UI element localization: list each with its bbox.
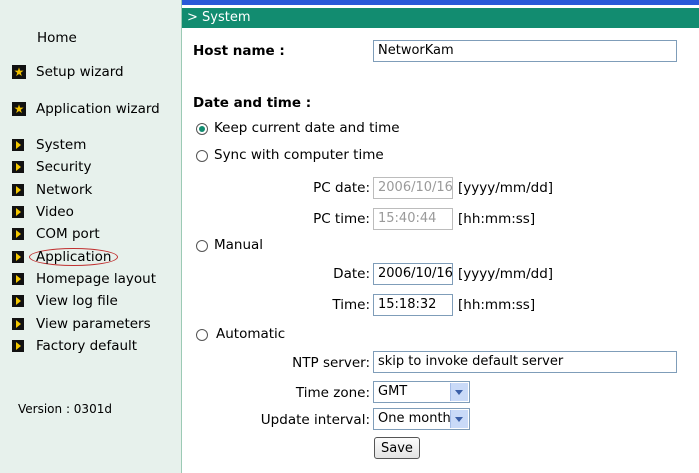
- pc-time-input: 15:40:44: [373, 208, 453, 230]
- sidebar-item-label: Application wizard: [36, 101, 160, 117]
- sidebar-setup-wizard[interactable]: ★ Setup wizard: [12, 64, 124, 80]
- time-zone-value: GMT: [378, 384, 408, 399]
- pc-date-format: [yyyy/mm/dd]: [458, 180, 554, 196]
- date-time-heading: Date and time :: [193, 95, 312, 111]
- arrow-icon: [12, 206, 24, 219]
- update-interval-select[interactable]: One month: [373, 408, 470, 430]
- arrow-icon: [12, 183, 24, 196]
- star-icon: ★: [12, 102, 26, 116]
- sidebar: Home ★ Setup wizard ★ Application wizard…: [0, 0, 182, 473]
- sidebar-home-link[interactable]: Home: [37, 30, 77, 46]
- arrow-icon: [12, 161, 24, 174]
- time-format: [hh:mm:ss]: [458, 297, 536, 313]
- manual-radio[interactable]: [196, 240, 208, 252]
- sidebar-item-factory-default[interactable]: Factory default: [12, 335, 156, 357]
- sidebar-item-security[interactable]: Security: [12, 156, 156, 178]
- sidebar-item-homepage-layout[interactable]: Homepage layout: [12, 268, 156, 290]
- ntp-server-label: NTP server:: [292, 355, 370, 371]
- sidebar-nav: System Security Network Video COM port A…: [12, 134, 156, 357]
- sidebar-item-view-log-file[interactable]: View log file: [12, 290, 156, 312]
- date-format: [yyyy/mm/dd]: [458, 266, 554, 282]
- sidebar-item-label: Homepage layout: [36, 270, 156, 287]
- arrow-icon: [12, 295, 24, 308]
- pc-date-input: 2006/10/16: [373, 177, 453, 199]
- sidebar-item-label: Network: [36, 181, 93, 198]
- top-accent-bar: [182, 0, 699, 5]
- chevron-down-icon[interactable]: [450, 410, 468, 428]
- arrow-icon: [12, 139, 24, 152]
- sidebar-application-wizard[interactable]: ★ Application wizard: [12, 101, 160, 117]
- section-header: > System: [182, 8, 699, 28]
- pc-date-label: PC date:: [313, 180, 370, 196]
- sidebar-item-label: Video: [36, 204, 74, 221]
- sidebar-item-label: View log file: [36, 293, 118, 310]
- sidebar-item-video[interactable]: Video: [12, 201, 156, 223]
- pc-time-format: [hh:mm:ss]: [458, 211, 536, 227]
- time-zone-label: Time zone:: [295, 385, 370, 401]
- star-icon: ★: [12, 65, 26, 79]
- sidebar-item-label: Factory default: [36, 337, 138, 354]
- update-interval-label: Update interval:: [260, 412, 370, 428]
- arrow-icon: [12, 272, 24, 285]
- save-button[interactable]: Save: [374, 437, 420, 459]
- host-name-label: Host name :: [193, 43, 285, 59]
- sidebar-item-label: COM port: [36, 226, 100, 243]
- time-label: Time:: [332, 297, 370, 313]
- sidebar-item-label: System: [36, 137, 87, 154]
- sidebar-item-label: Setup wizard: [36, 64, 124, 80]
- sidebar-item-label: Application: [29, 247, 119, 266]
- pc-time-label: PC time:: [313, 211, 370, 227]
- manual-label: Manual: [214, 237, 264, 253]
- chevron-down-icon[interactable]: [450, 383, 468, 401]
- sidebar-item-label: Security: [36, 159, 92, 176]
- update-interval-value: One month: [378, 411, 451, 426]
- sidebar-item-com-port[interactable]: COM port: [12, 223, 156, 245]
- version-label: Version : 0301d: [18, 402, 112, 416]
- sync-computer-label: Sync with computer time: [214, 147, 384, 163]
- arrow-icon: [12, 317, 24, 330]
- arrow-icon: [12, 228, 24, 241]
- sync-computer-radio[interactable]: [196, 150, 208, 162]
- time-input[interactable]: 15:18:32: [373, 294, 453, 316]
- automatic-radio[interactable]: [196, 329, 208, 341]
- date-input[interactable]: 2006/10/16: [373, 263, 453, 285]
- keep-current-label: Keep current date and time: [214, 120, 400, 136]
- sidebar-item-system[interactable]: System: [12, 134, 156, 156]
- sidebar-item-application[interactable]: Application: [12, 245, 156, 267]
- sidebar-item-label: View parameters: [36, 315, 151, 332]
- sidebar-item-network[interactable]: Network: [12, 179, 156, 201]
- automatic-label: Automatic: [216, 326, 286, 342]
- host-name-input[interactable]: NetworKam: [373, 40, 677, 62]
- sidebar-item-view-parameters[interactable]: View parameters: [12, 312, 156, 334]
- keep-current-radio[interactable]: [196, 123, 208, 135]
- ntp-server-input[interactable]: skip to invoke default server: [373, 351, 677, 373]
- date-label: Date:: [333, 266, 370, 282]
- time-zone-select[interactable]: GMT: [373, 381, 470, 403]
- arrow-icon: [12, 250, 24, 263]
- arrow-icon: [12, 339, 24, 352]
